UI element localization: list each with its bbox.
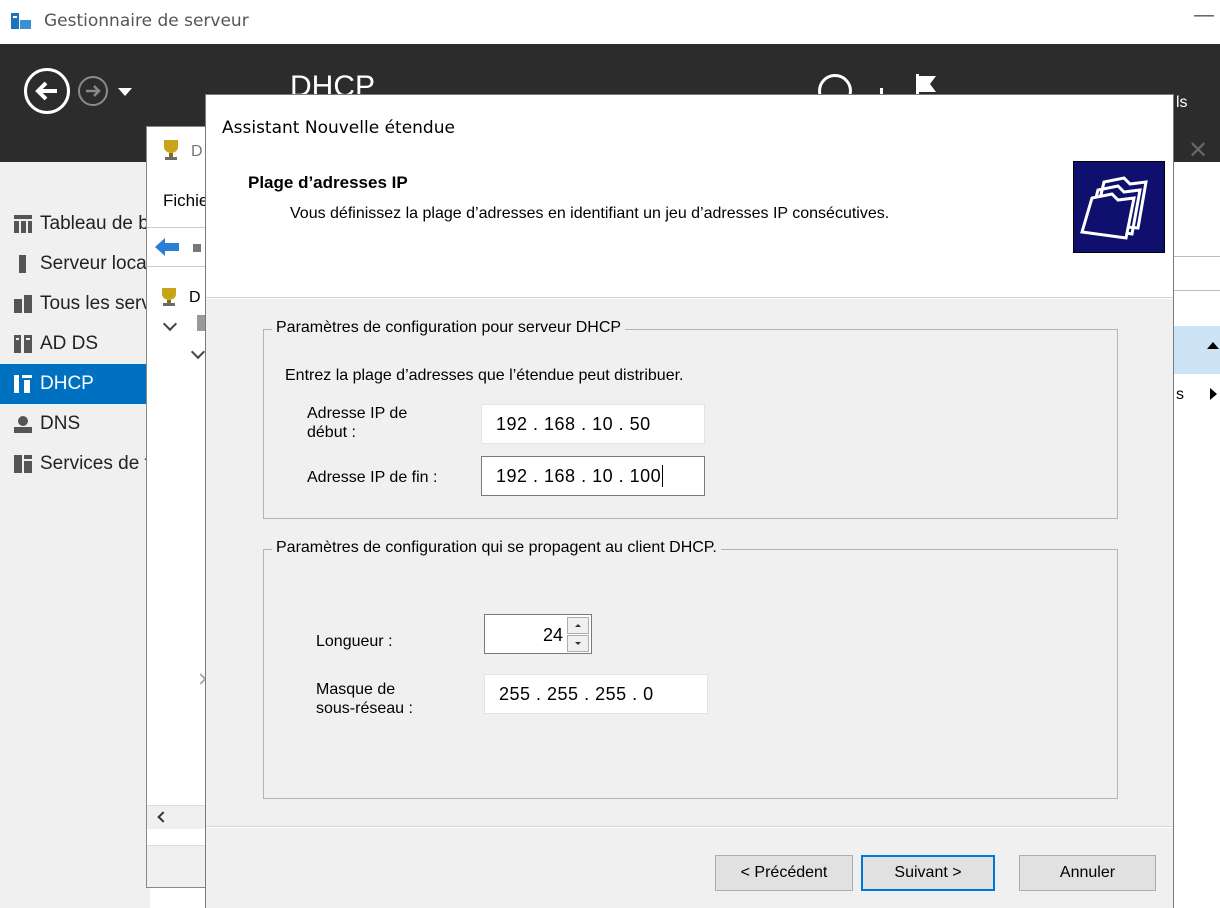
end-ip-label: Adresse IP de fin : [307,469,438,486]
page-description: Vous définissez la plage d’adresses en i… [290,205,890,222]
toolbar-forward-icon[interactable] [193,244,201,252]
dns-icon [14,416,32,433]
cancel-button-label: Annuler [1059,864,1116,881]
end-ip-value: 192 . 168 . 10 . 100 [496,465,662,486]
next-button[interactable]: Suivant > [861,855,995,891]
wizard-titlebar: Assistant Nouvelle étendue [206,95,1173,138]
start-ip-label-line1: Adresse IP de [307,405,408,422]
chevron-down-icon[interactable] [190,344,206,360]
content-divider [1172,256,1220,257]
start-ip-value: 192 . 168 . 10 . 50 [496,413,651,434]
wizard-folders-icon [1073,161,1165,253]
sidebar-item-label: DNS [40,413,81,434]
text-caret [662,465,664,487]
previous-button[interactable]: < Précédent [715,855,853,891]
wizard-header: Plage d’adresses IP Vous définissez la p… [206,135,1173,297]
prefix-length-stepper[interactable]: 24 [484,614,592,654]
length-label: Longueur : [316,633,393,650]
servers-icon [14,295,32,313]
end-ip-input[interactable]: 192 . 168 . 10 . 100 [481,456,705,496]
toolbar-back-icon[interactable] [155,238,179,256]
sidebar-item-label: AD DS [40,333,99,354]
actions-header[interactable] [1172,326,1220,374]
history-dropdown-icon[interactable] [118,88,132,96]
server-manager-titlebar: Gestionnaire de serveur — [0,0,1220,44]
file-services-icon [14,455,32,473]
scroll-left-icon[interactable] [157,811,169,823]
spin-up-button[interactable] [567,617,589,634]
sidebar-item-label: Tous les serveurs [40,293,150,314]
arrow-left-icon [35,81,57,101]
server-manager-content-edge [1172,162,1220,908]
sidebar-item-label: Services de fichiers [40,453,150,474]
dhcp-root-icon[interactable] [159,287,179,307]
actions-item-fragment[interactable]: s [1176,386,1184,404]
sidebar-item-label: Tableau de bord [40,213,150,234]
ad-ds-icon [14,335,32,353]
close-icon[interactable]: ✕ [1188,136,1208,165]
start-ip-label-line2: début : [307,424,356,441]
chevron-down-icon[interactable] [162,316,178,332]
footer-divider [206,826,1173,828]
tree-root-label[interactable]: D [189,289,201,307]
header-divider [206,297,1173,299]
range-instruction: Entrez la plage d’adresses que l’étendue… [285,367,684,384]
sidebar-item-dhcp[interactable]: DHCP [0,364,150,404]
sidebar-item-dashboard[interactable]: Tableau de bord [0,204,150,244]
sidebar-item-file-services[interactable]: Services de fichiers [0,444,150,484]
prefix-length-value: 24 [542,625,563,645]
previous-button-label: < Précédent [740,864,828,881]
arrow-right-icon [86,85,101,97]
sidebar-item-label: DHCP [40,373,94,394]
page-title: Plage d’adresses IP [248,173,408,192]
subnet-mask-value: 255 . 255 . 255 . 0 [499,683,654,704]
sidebar-item-ad-ds[interactable]: AD DS [0,324,150,364]
client-config-legend: Paramètres de configuration qui se propa… [272,539,721,557]
sidebar-item-local-server[interactable]: Serveur local [0,244,150,284]
new-scope-wizard: Assistant Nouvelle étendue Plage d’adres… [205,94,1174,908]
tools-menu[interactable]: ls [1176,94,1188,112]
spin-down-button[interactable] [567,635,589,652]
dashboard-icon [14,215,32,233]
cancel-button[interactable]: Annuler [1019,855,1156,891]
subnet-mask-label-line2: sous-réseau : [316,700,413,717]
server-manager-title: Gestionnaire de serveur [44,11,249,31]
next-button-label: Suivant > [894,864,962,881]
dhcp-console-title: D [191,143,203,160]
server-config-group: Paramètres de configuration pour serveur… [263,319,1118,519]
dhcp-trophy-icon [164,140,178,160]
server-config-legend: Paramètres de configuration pour serveur… [272,319,626,337]
sidebar-item-all-servers[interactable]: Tous les serveurs [0,284,150,324]
subnet-mask-input[interactable]: 255 . 255 . 255 . 0 [484,674,708,714]
collapse-up-icon[interactable] [1207,342,1219,349]
sidebar-item-label: Serveur local [40,253,150,274]
server-manager-app-icon [11,13,31,29]
sidebar-item-dns[interactable]: DNS [0,404,150,444]
start-ip-input[interactable]: 192 . 168 . 10 . 50 [481,404,705,444]
server-manager-sidebar: Tableau de bord Serveur local Tous les s… [0,162,150,908]
content-divider [1172,290,1220,291]
back-button[interactable] [24,68,70,114]
minimize-button[interactable]: — [1194,4,1214,27]
expand-arrow-icon[interactable] [1210,388,1217,400]
subnet-mask-label-line1: Masque de [316,681,396,698]
forward-button[interactable] [78,76,108,106]
client-config-group: Paramètres de configuration qui se propa… [263,539,1118,799]
server-icon [19,255,26,273]
dhcp-icon [14,375,32,393]
